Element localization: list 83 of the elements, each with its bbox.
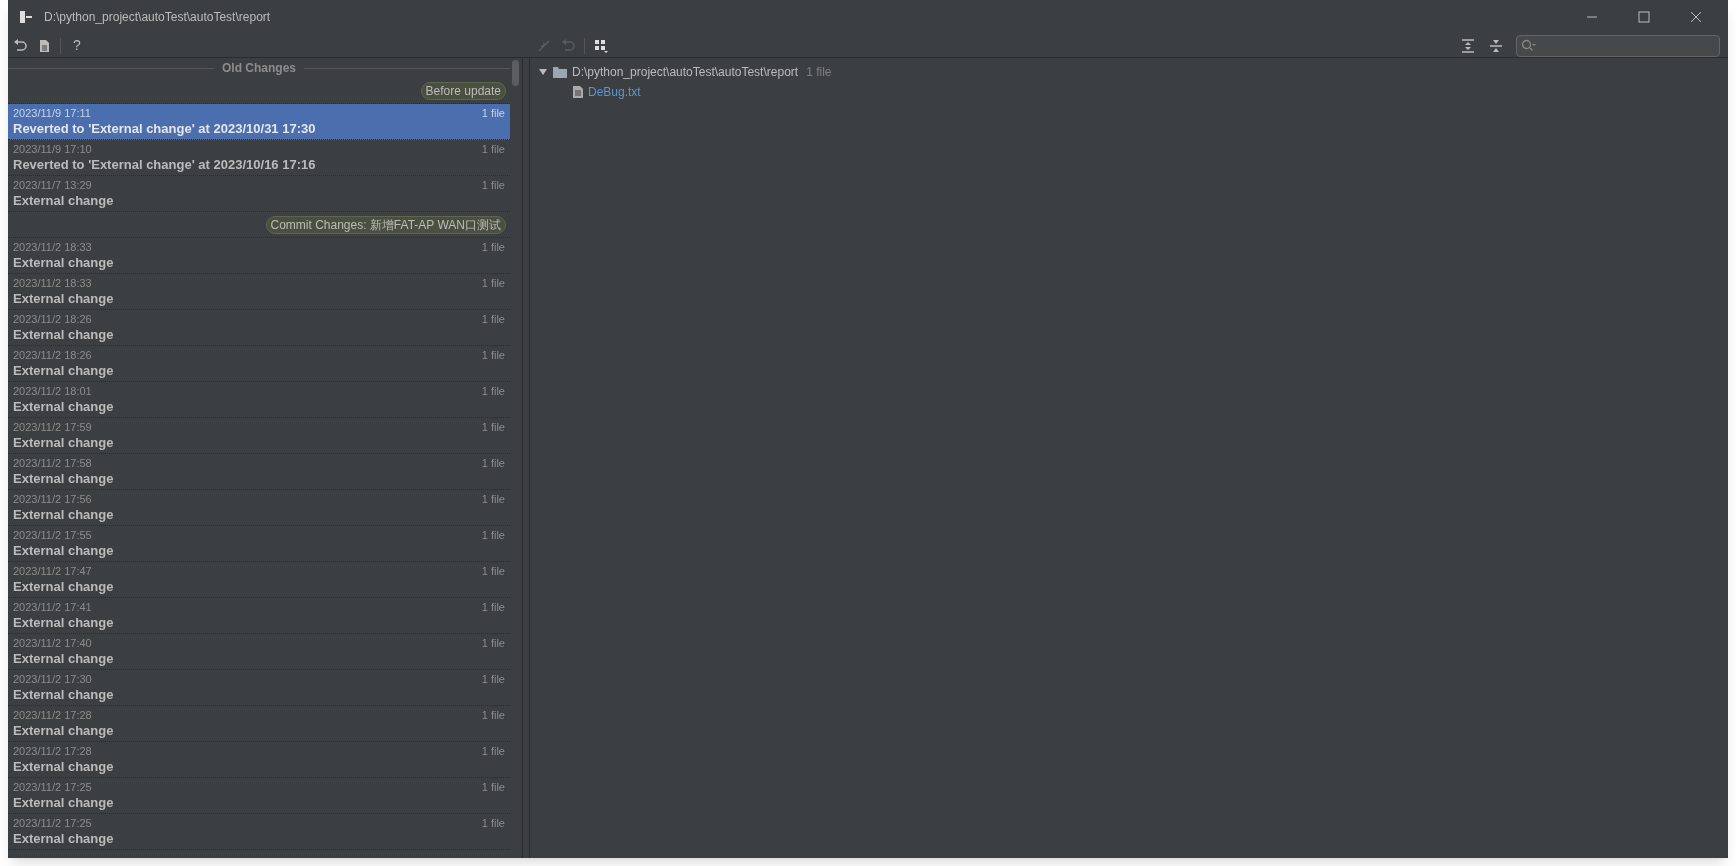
date-label: 2023/11/9 17:11 — [13, 106, 91, 121]
change-title: External change — [13, 651, 115, 667]
file-count: 1 file — [481, 744, 505, 759]
date-label: 2023/11/2 17:25 — [13, 816, 92, 831]
close-icon — [1690, 11, 1702, 23]
text-file-icon — [572, 85, 584, 99]
change-title: External change — [13, 435, 115, 451]
change-title: External change — [13, 327, 115, 343]
file-name[interactable]: DeBug.txt — [588, 83, 641, 101]
change-title: External change — [13, 255, 115, 271]
change-title: External change — [13, 795, 115, 811]
maximize-icon — [1638, 11, 1650, 23]
file-count: 1 file — [481, 636, 505, 651]
search-icon — [1521, 38, 1537, 53]
date-label: 2023/11/2 17:25 — [13, 780, 92, 795]
change-title: External change — [13, 363, 115, 379]
change-title: External change — [13, 831, 115, 847]
file-count: 1 file — [481, 142, 505, 157]
file-count: 1 file — [481, 106, 505, 121]
app-icon — [20, 11, 32, 23]
label-tag: Commit Changes: 新增FAT-AP WAN口测试 — [265, 215, 506, 234]
file-count: 1 file — [481, 780, 505, 795]
change-title: External change — [13, 579, 115, 595]
file-count: 1 file — [481, 528, 505, 543]
date-label: 2023/11/7 13:29 — [13, 178, 92, 193]
file-count: 1 file — [481, 492, 505, 507]
file-count: 1 file — [481, 708, 505, 723]
date-label: 2023/11/2 17:40 — [13, 636, 92, 651]
file-count: 1 file — [481, 348, 505, 363]
folder-path[interactable]: D:\python_project\autoTest\autoTest\report — [572, 63, 799, 81]
file-count: 1 file — [481, 600, 505, 615]
date-label: 2023/11/2 17:30 — [13, 672, 92, 687]
date-label: 2023/11/2 17:41 — [13, 600, 92, 615]
change-title: External change — [13, 615, 115, 631]
change-title: External change — [13, 507, 115, 523]
change-title: External change — [13, 399, 115, 415]
date-label: 2023/11/2 17:56 — [13, 492, 92, 507]
window-title: D:\python_project\autoTest\autoTest\report — [44, 9, 271, 26]
file-count: 1 file — [481, 672, 505, 687]
date-label: 2023/11/2 17:47 — [13, 564, 92, 579]
change-title: External change — [13, 471, 115, 487]
date-label: 2023/11/2 17:28 — [13, 744, 92, 759]
label-tag: Before update — [420, 81, 506, 100]
date-label: 2023/11/2 17:55 — [13, 528, 92, 543]
section-header: Old Changes — [222, 60, 296, 77]
help-button[interactable]: ? — [69, 35, 85, 56]
change-title: Reverted to 'External change' at 2023/10/16 17:16 — [13, 157, 317, 173]
change-title: External change — [13, 687, 115, 703]
file-count: 1 file — [481, 564, 505, 579]
date-label: 2023/11/2 17:58 — [13, 456, 92, 471]
scrollbar-thumb[interactable] — [512, 60, 519, 86]
change-title: External change — [13, 291, 115, 307]
history-item[interactable]: 2023/11/9 17:11 1 file Reverted to 'External change' at 2023/10/31 17:30 — [8, 104, 510, 140]
expand-all-icon[interactable] — [1460, 37, 1476, 54]
file-count: 1 file — [481, 420, 505, 435]
file-count: 1 file — [481, 456, 505, 471]
file-count: 1 file — [481, 312, 505, 327]
date-label: 2023/11/2 17:28 — [13, 708, 92, 723]
date-label: 2023/11/2 18:33 — [13, 240, 92, 255]
change-title: External change — [13, 723, 115, 739]
change-title: External change — [13, 193, 115, 209]
file-count: 1 file — [481, 816, 505, 831]
revert-icon[interactable] — [12, 37, 28, 54]
date-label: 2023/11/2 18:26 — [13, 348, 92, 363]
date-label: 2023/11/2 18:26 — [13, 312, 92, 327]
change-title: External change — [13, 759, 115, 775]
date-label: 2023/11/9 17:10 — [13, 142, 92, 157]
search-field[interactable] — [1516, 34, 1720, 57]
file-count: 1 file — [481, 276, 505, 291]
file-count: 1 file — [481, 384, 505, 399]
date-label: 2023/11/2 18:33 — [13, 276, 92, 291]
expanded-arrow-icon[interactable] — [538, 67, 548, 77]
group-icon[interactable] — [593, 37, 609, 54]
file-count: 1 file — [806, 64, 832, 81]
file-count: 1 file — [481, 178, 505, 193]
date-label: 2023/11/2 18:01 — [13, 384, 92, 399]
date-label: 2023/11/2 17:59 — [13, 420, 92, 435]
splitter[interactable] — [522, 58, 530, 858]
change-title: Reverted to 'External change' at 2023/10/31 17:30 — [13, 121, 317, 137]
change-title: External change — [13, 543, 115, 559]
file-count: 1 file — [481, 240, 505, 255]
collapse-all-icon[interactable] — [1488, 37, 1504, 54]
folder-icon — [552, 65, 568, 79]
